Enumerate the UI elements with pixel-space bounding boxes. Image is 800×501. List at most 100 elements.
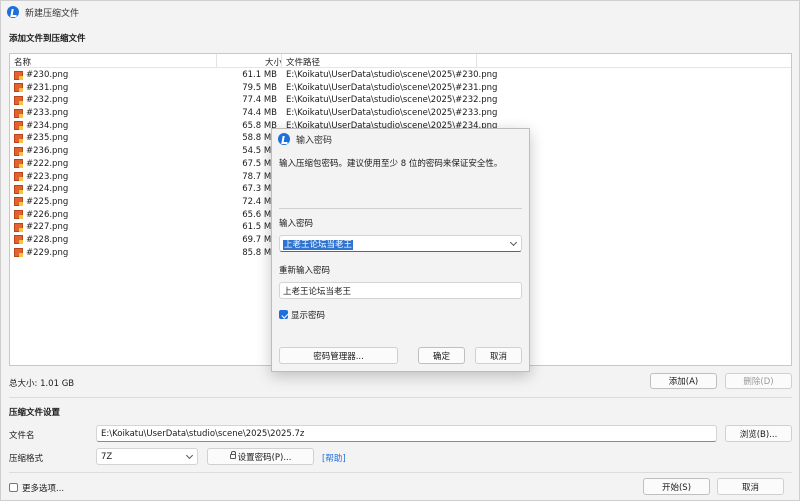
file-name-cell: #231.png — [14, 83, 68, 93]
file-name-cell: #228.png — [14, 235, 68, 245]
file-size-cell: 74.4 MB — [242, 108, 277, 119]
footer-divider — [9, 472, 792, 473]
file-size-cell: 61.1 MB — [242, 70, 277, 80]
file-name-text: #230.png — [26, 70, 69, 80]
set-password-label: 设置密码(P)... — [237, 452, 292, 463]
file-path-cell: E:\Koikatu\UserData\studio\scene\2025\#2… — [286, 108, 498, 119]
png-file-icon — [14, 146, 23, 156]
table-row[interactable]: #231.png 79.5 MB E:\Koikatu\UserData\studi… — [10, 82, 791, 95]
file-name-cell: #234.png — [14, 121, 68, 131]
app-logo-icon — [278, 133, 290, 145]
png-file-icon — [14, 172, 23, 181]
dialog-title: 输入密码 — [296, 135, 333, 146]
table-row[interactable]: #232.png 77.4 MB E:\Koikatu\UserData\studi… — [10, 94, 791, 107]
file-name-text: #229.png — [26, 247, 69, 258]
file-path-cell: E:\Koikatu\UserData\studio\scene\2025\#2… — [286, 82, 498, 93]
browse-button[interactable]: 浏览(B)... — [725, 425, 792, 442]
format-select[interactable]: 7Z — [96, 448, 198, 465]
dialog-cancel-button[interactable]: 取消 — [475, 347, 522, 364]
show-password-label[interactable]: 显示密码 — [291, 309, 325, 321]
file-size-cell: 79.5 MB — [242, 82, 277, 93]
password-label: 输入密码 — [279, 219, 314, 229]
png-file-icon — [14, 197, 23, 207]
file-name-text: #233.png — [26, 108, 69, 119]
section-divider — [9, 397, 792, 398]
help-link[interactable]: [帮助] — [322, 452, 346, 464]
file-name-cell: #236.png — [14, 146, 68, 156]
column-header-name[interactable]: 名称 — [14, 56, 31, 68]
file-name-cell: #227.png — [14, 222, 68, 232]
cancel-button[interactable]: 取消 — [717, 478, 784, 495]
file-name-text: #234.png — [26, 120, 69, 131]
png-file-icon — [14, 222, 23, 232]
chevron-down-icon — [185, 451, 194, 460]
chevron-down-icon[interactable] — [509, 238, 518, 247]
set-password-button[interactable]: 设置密码(P)... — [207, 448, 314, 465]
png-file-icon — [14, 248, 23, 258]
dialog-description: 输入压缩包密码。建议使用至少 8 位的密码来保证安全性。 — [279, 159, 503, 169]
file-path-cell: E:\Koikatu\UserData\studio\scene\2025\#2… — [286, 95, 498, 106]
png-file-icon — [14, 184, 23, 194]
window-title: 新建压缩文件 — [25, 8, 80, 19]
lock-icon — [229, 451, 237, 459]
ok-button[interactable]: 确定 — [418, 347, 465, 364]
filename-label: 文件名 — [9, 431, 35, 441]
file-name-text: #232.png — [26, 95, 69, 106]
file-name-cell: #222.png — [14, 159, 68, 169]
table-row[interactable]: #233.png 74.4 MB E:\Koikatu\UserData\studi… — [10, 107, 791, 120]
list-header: 名称 大小 文件路径 — [10, 54, 791, 68]
file-name-cell: #225.png — [14, 197, 68, 207]
app-logo-icon — [7, 6, 19, 18]
png-file-icon — [14, 70, 23, 80]
start-button[interactable]: 开始(S) — [643, 478, 710, 495]
more-options-checkbox[interactable] — [9, 483, 18, 492]
file-path-cell: E:\Koikatu\UserData\studio\scene\2025\#2… — [286, 70, 498, 80]
dialog-title-bar: 输入密码 — [272, 129, 529, 149]
password-manager-button[interactable]: 密码管理器... — [279, 347, 398, 364]
png-file-icon — [14, 210, 23, 220]
filename-input[interactable]: E:\Koikatu\UserData\studio\scene\2025\20… — [96, 425, 717, 442]
table-row[interactable]: #230.png 61.1 MB E:\Koikatu\UserData\studi… — [10, 69, 791, 82]
settings-section-title: 压缩文件设置 — [9, 408, 61, 418]
file-name-text: #224.png — [26, 184, 69, 195]
png-file-icon — [14, 83, 23, 93]
confirm-password-input[interactable]: 上老王论坛当老王 — [279, 282, 522, 299]
file-name-text: #231.png — [26, 82, 69, 93]
format-select-value: 7Z — [101, 452, 113, 462]
file-name-text: #225.png — [26, 196, 69, 207]
file-name-cell: #235.png — [14, 133, 68, 143]
add-button[interactable]: 添加(A) — [650, 373, 717, 389]
file-size-cell: 77.4 MB — [242, 95, 277, 106]
file-name-text: #236.png — [26, 146, 69, 157]
more-options-label[interactable]: 更多选项... — [22, 482, 64, 494]
column-separator[interactable] — [281, 54, 282, 68]
column-separator[interactable] — [476, 54, 477, 68]
file-name-cell: #223.png — [14, 172, 68, 182]
show-password-checkbox[interactable] — [279, 310, 288, 319]
title-bar: 新建压缩文件 — [1, 1, 799, 23]
add-files-section-title: 添加文件到压缩文件 — [9, 34, 86, 44]
password-input[interactable]: 上老王论坛当老王 — [279, 235, 522, 252]
password-dialog: 输入密码 输入压缩包密码。建议使用至少 8 位的密码来保证安全性。 输入密码 上… — [271, 128, 530, 372]
file-name-text: #228.png — [26, 234, 69, 245]
file-name-text: #226.png — [26, 209, 69, 220]
file-name-text: #235.png — [26, 133, 69, 144]
column-header-path[interactable]: 文件路径 — [286, 56, 320, 68]
delete-button[interactable]: 删除(D) — [725, 373, 792, 389]
file-name-cell: #233.png — [14, 108, 68, 118]
png-file-icon — [14, 121, 23, 131]
png-file-icon — [14, 159, 23, 169]
total-size: 总大小: 1.01 GB — [9, 379, 75, 389]
png-file-icon — [14, 133, 23, 143]
png-file-icon — [14, 95, 23, 105]
column-separator[interactable] — [216, 54, 217, 68]
format-label: 压缩格式 — [9, 454, 44, 464]
column-header-size[interactable]: 大小 — [265, 56, 282, 68]
file-name-text: #222.png — [26, 158, 69, 169]
file-name-text: #223.png — [26, 171, 69, 182]
file-name-cell: #226.png — [14, 210, 68, 220]
dialog-divider — [279, 208, 522, 209]
file-name-cell: #232.png — [14, 95, 68, 105]
file-name-cell: #230.png — [14, 70, 68, 80]
png-file-icon — [14, 108, 23, 118]
